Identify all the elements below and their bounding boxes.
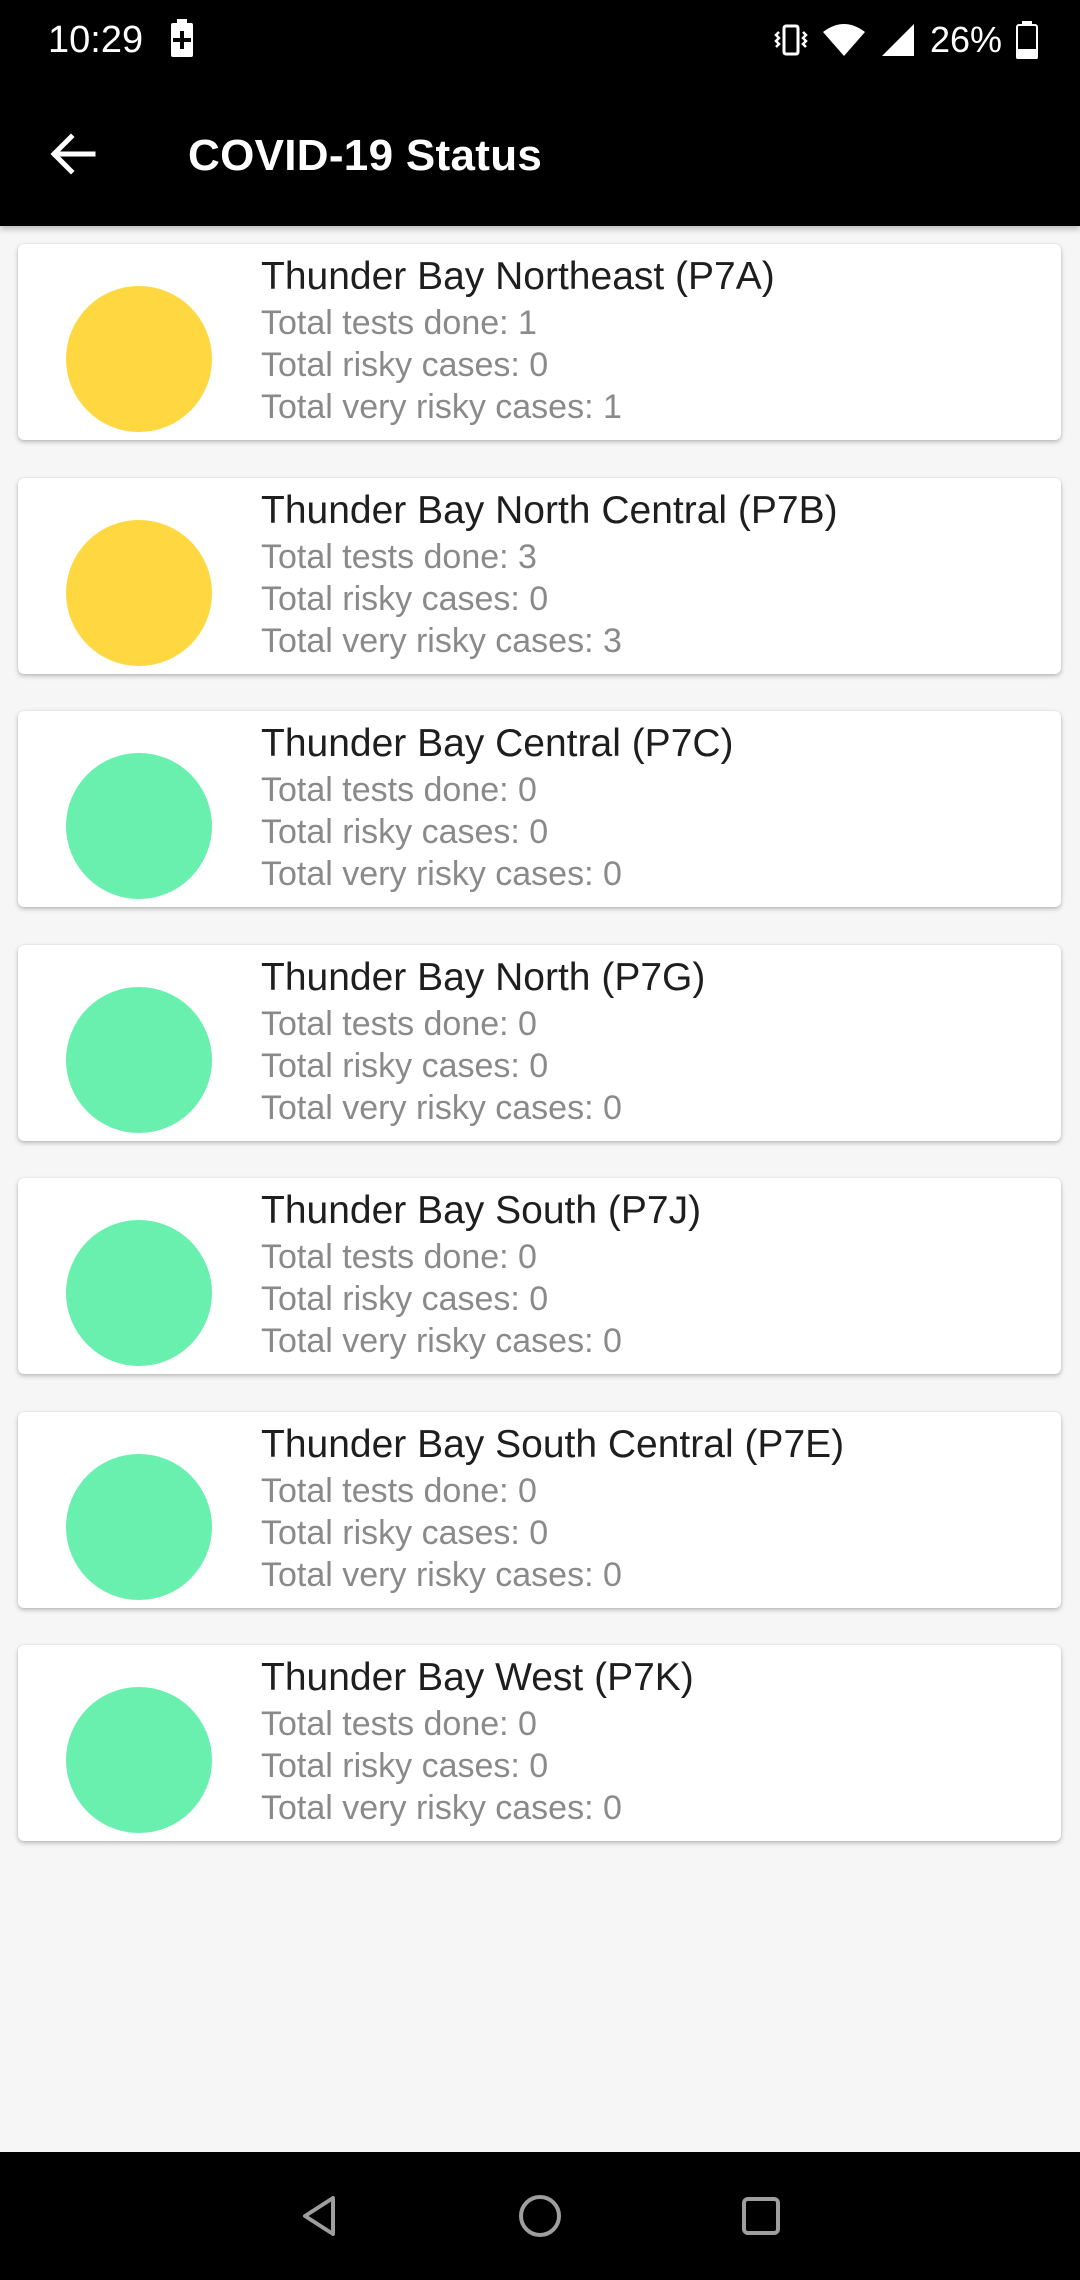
region-name: Thunder Bay North (P7G) <box>261 956 706 999</box>
region-name: Thunder Bay Central (P7C) <box>261 722 734 765</box>
battery-icon <box>1016 21 1038 59</box>
region-info: Thunder Bay North (P7G) Total tests done… <box>261 953 1049 1129</box>
system-nav-bar <box>0 2152 1080 2280</box>
region-info: Thunder Bay South (P7J) Total tests done… <box>261 1186 1049 1362</box>
home-circle-icon <box>519 2195 561 2237</box>
status-bar: 10:29 26% <box>0 0 1080 78</box>
risky-cases: Total risky cases: 0 <box>261 1280 549 1318</box>
very-risky-cases: Total very risky cases: 0 <box>261 1556 622 1594</box>
very-risky-cases: Total very risky cases: 0 <box>261 1789 622 1827</box>
total-tests: Total tests done: 3 <box>261 538 537 576</box>
region-card[interactable]: Thunder Bay North Central (P7B) Total te… <box>18 478 1061 674</box>
region-name: Thunder Bay South (P7J) <box>261 1189 702 1232</box>
risky-cases: Total risky cases: 0 <box>261 1514 549 1552</box>
status-indicator <box>66 987 212 1133</box>
risky-cases: Total risky cases: 0 <box>261 346 549 384</box>
page-title: COVID-19 Status <box>188 131 543 180</box>
region-card[interactable]: Thunder Bay Central (P7C) Total tests do… <box>18 711 1061 907</box>
nav-back-button[interactable] <box>285 2180 357 2252</box>
region-card[interactable]: Thunder Bay Northeast (P7A) Total tests … <box>18 244 1061 440</box>
total-tests: Total tests done: 0 <box>261 1705 537 1743</box>
region-name: Thunder Bay North Central (P7B) <box>261 489 838 532</box>
status-indicator <box>66 286 212 432</box>
region-info: Thunder Bay Central (P7C) Total tests do… <box>261 719 1049 895</box>
battery-charging-icon <box>171 19 193 57</box>
arrow-left-icon <box>50 133 96 175</box>
status-indicator <box>66 1454 212 1600</box>
back-triangle-icon <box>303 2196 335 2236</box>
region-card[interactable]: Thunder Bay West (P7K) Total tests done:… <box>18 1645 1061 1841</box>
region-info: Thunder Bay Northeast (P7A) Total tests … <box>261 252 1049 428</box>
total-tests: Total tests done: 0 <box>261 771 537 809</box>
region-name: Thunder Bay West (P7K) <box>261 1656 694 1699</box>
very-risky-cases: Total very risky cases: 0 <box>261 855 622 893</box>
very-risky-cases: Total very risky cases: 0 <box>261 1322 622 1360</box>
status-icons: 26% <box>760 14 1038 66</box>
risky-cases: Total risky cases: 0 <box>261 580 549 618</box>
region-card[interactable]: Thunder Bay South (P7J) Total tests done… <box>18 1178 1061 1374</box>
region-name: Thunder Bay South Central (P7E) <box>261 1423 845 1466</box>
total-tests: Total tests done: 0 <box>261 1472 537 1510</box>
back-button[interactable] <box>28 114 118 194</box>
nav-recents-button[interactable] <box>725 2180 797 2252</box>
region-info: Thunder Bay North Central (P7B) Total te… <box>261 486 1049 662</box>
region-name: Thunder Bay Northeast (P7A) <box>261 255 775 298</box>
very-risky-cases: Total very risky cases: 3 <box>261 622 622 660</box>
signal-icon <box>881 24 914 56</box>
vibrate-icon <box>774 24 808 56</box>
region-card[interactable]: Thunder Bay North (P7G) Total tests done… <box>18 945 1061 1141</box>
risky-cases: Total risky cases: 0 <box>261 1747 549 1785</box>
total-tests: Total tests done: 0 <box>261 1005 537 1043</box>
status-time: 10:29 <box>48 19 144 61</box>
app-bar: COVID-19 Status <box>0 78 1080 226</box>
recents-square-icon <box>742 2197 780 2235</box>
status-indicator <box>66 753 212 899</box>
region-card[interactable]: Thunder Bay South Central (P7E) Total te… <box>18 1412 1061 1608</box>
very-risky-cases: Total very risky cases: 0 <box>261 1089 622 1127</box>
region-info: Thunder Bay West (P7K) Total tests done:… <box>261 1653 1049 1829</box>
wifi-icon <box>822 24 865 56</box>
region-info: Thunder Bay South Central (P7E) Total te… <box>261 1420 1049 1596</box>
total-tests: Total tests done: 0 <box>261 1238 537 1276</box>
very-risky-cases: Total very risky cases: 1 <box>261 388 622 426</box>
status-indicator <box>66 520 212 666</box>
battery-percent: 26% <box>929 19 1002 60</box>
risky-cases: Total risky cases: 0 <box>261 1047 549 1085</box>
nav-home-button[interactable] <box>504 2180 576 2252</box>
status-indicator <box>66 1687 212 1833</box>
status-indicator <box>66 1220 212 1366</box>
total-tests: Total tests done: 1 <box>261 304 537 342</box>
risky-cases: Total risky cases: 0 <box>261 813 549 851</box>
